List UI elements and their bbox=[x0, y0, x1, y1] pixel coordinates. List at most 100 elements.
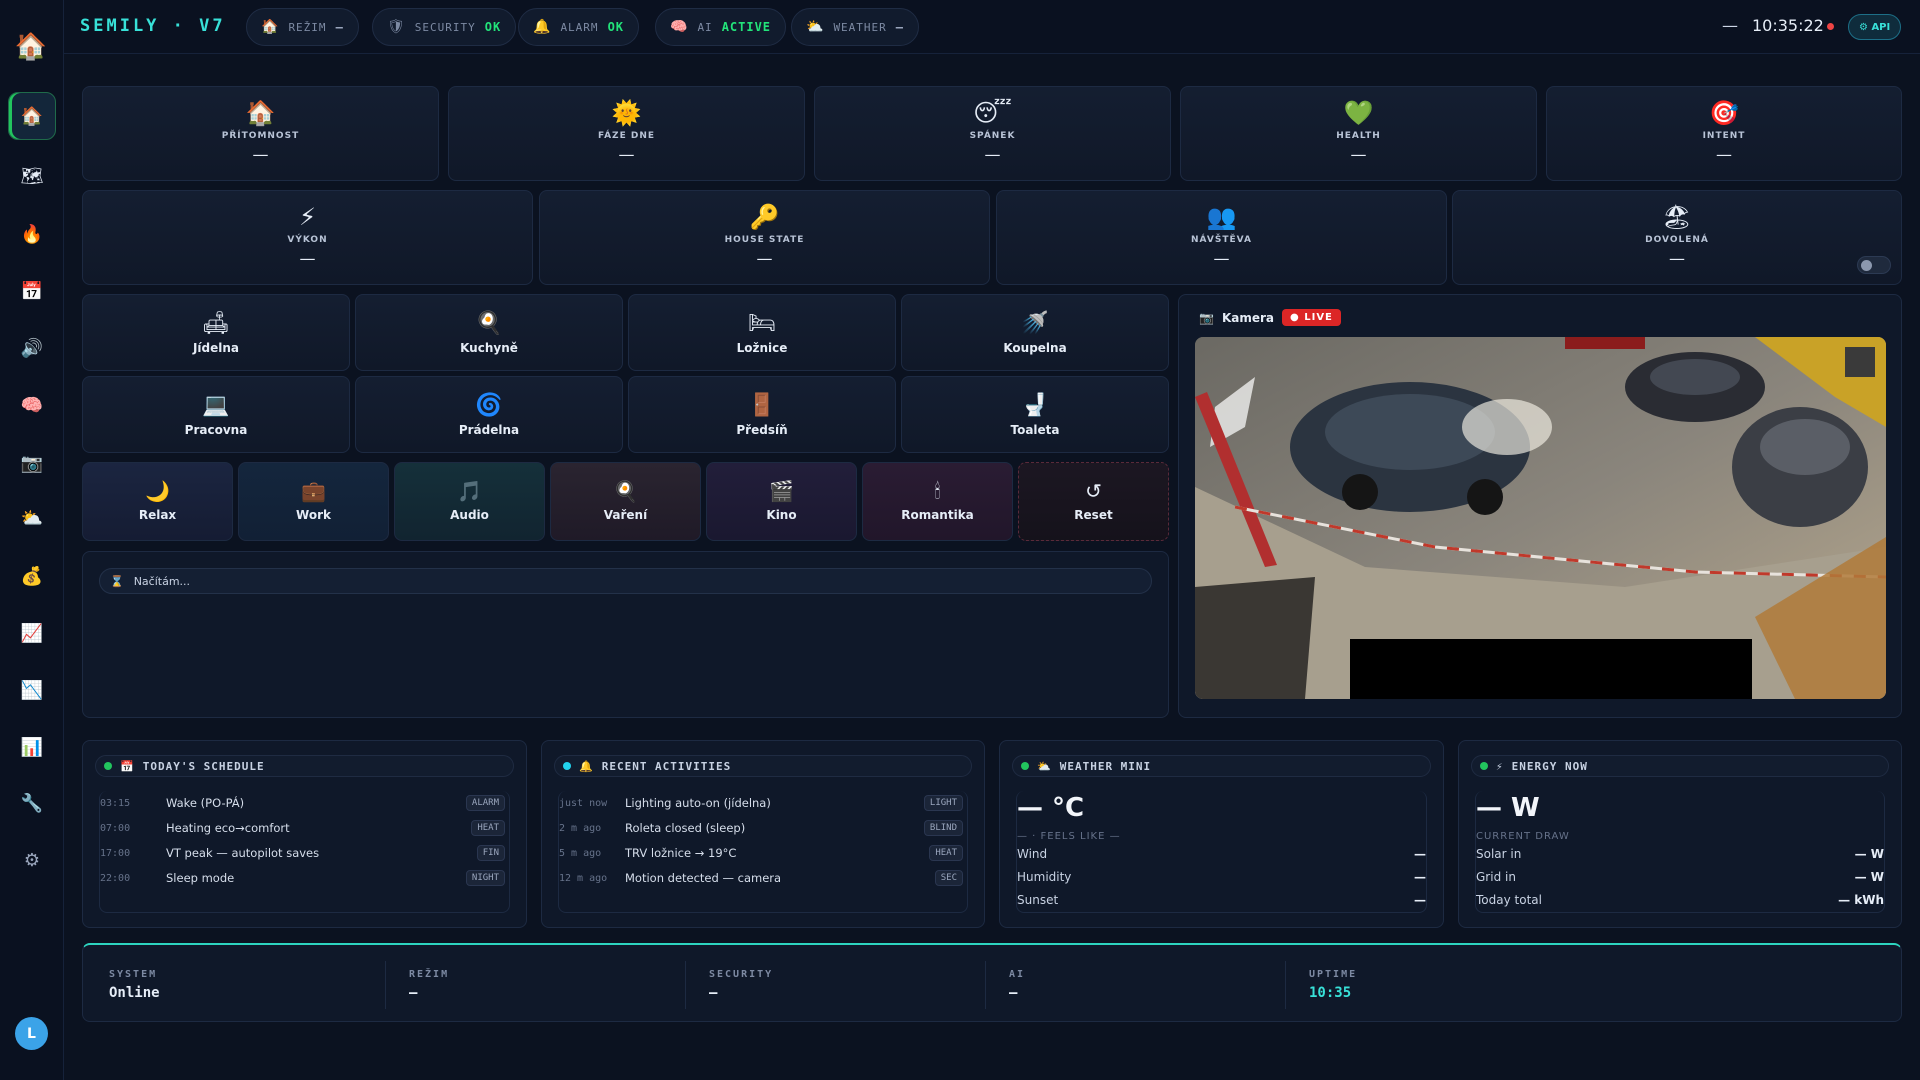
pill-value: ACTIVE bbox=[721, 20, 772, 34]
tile-label: PŘÍTOMNOST bbox=[221, 131, 300, 141]
tile-house-state[interactable]: 🔑 HOUSE STATE — bbox=[539, 190, 990, 285]
status-ai: AI — bbox=[983, 945, 1283, 1024]
tile-value: — bbox=[1350, 145, 1367, 164]
map-icon[interactable]: 🗺 bbox=[8, 152, 56, 200]
card-header: ⚡ ENERGY NOW bbox=[1471, 755, 1889, 777]
home-logo-icon[interactable]: 🏠 bbox=[14, 32, 48, 66]
feels-like: — · FEELS LIKE — bbox=[1017, 831, 1121, 842]
tile-day-phase[interactable]: 🌞 FÁZE DNE — bbox=[448, 86, 805, 181]
cloud-icon[interactable]: ⛅ bbox=[8, 494, 56, 542]
bed-icon: 🛏 bbox=[748, 311, 776, 336]
home-icon[interactable]: 🏠 bbox=[8, 92, 56, 140]
list-item: 12 m ago Motion detected — camera SEC bbox=[559, 868, 967, 888]
scene-name: Reset bbox=[1074, 508, 1113, 522]
list-item: 22:00 Sleep mode NIGHT bbox=[100, 868, 509, 888]
pill-ai[interactable]: 🧠 AI ACTIVE bbox=[655, 8, 787, 46]
room-toaleta[interactable]: 🚽 Toaleta bbox=[901, 376, 1169, 453]
tile-value: — bbox=[1213, 249, 1230, 268]
tile-vacation[interactable]: 🏖 DOVOLENÁ — bbox=[1452, 190, 1902, 285]
status-uptime: UPTIME 10:35 bbox=[1283, 945, 1583, 1024]
description: TRV ložnice → 19°C bbox=[625, 846, 737, 860]
pill-mode[interactable]: 🏠 REŽIM — bbox=[246, 8, 359, 46]
scene-audio[interactable]: 🎵 Audio bbox=[394, 462, 545, 541]
frying-pan-icon: 🍳 bbox=[613, 479, 638, 503]
spiral-icon: 🌀 bbox=[475, 393, 503, 418]
target-icon: 🎯 bbox=[1709, 99, 1739, 127]
weather-body: — °C — · FEELS LIKE — Wind — Humidity — … bbox=[1016, 791, 1427, 913]
money-bag-icon[interactable]: 💰 bbox=[8, 552, 56, 600]
pill-label: ALARM bbox=[560, 20, 599, 34]
pill-value: — bbox=[335, 20, 344, 34]
tag-badge: HEAT bbox=[929, 845, 963, 861]
row-value: — W bbox=[1854, 870, 1884, 884]
tile-visit[interactable]: 👥 NÁVŠTĚVA — bbox=[996, 190, 1447, 285]
clapper-icon: 🎬 bbox=[769, 479, 794, 503]
row-value: — kWh bbox=[1838, 893, 1884, 907]
tile-power[interactable]: ⚡ VÝKON — bbox=[82, 190, 533, 285]
room-name: Prádelna bbox=[458, 423, 520, 437]
pill-label: WEATHER bbox=[833, 20, 887, 34]
room-pradelna[interactable]: 🌀 Prádelna bbox=[355, 376, 623, 453]
camera-icon[interactable]: 📷 bbox=[8, 439, 56, 487]
scene-work[interactable]: 💼 Work bbox=[238, 462, 389, 541]
toilet-icon: 🚽 bbox=[1021, 393, 1049, 418]
fire-icon[interactable]: 🔥 bbox=[8, 210, 56, 258]
pill-weather[interactable]: ⛅ WEATHER — bbox=[791, 8, 920, 46]
tile-intent[interactable]: 🎯 INTENT — bbox=[1546, 86, 1902, 181]
scene-relax[interactable]: 🌙 Relax bbox=[82, 462, 233, 541]
status-label: UPTIME bbox=[1309, 969, 1358, 980]
calendar-icon[interactable]: 📅 bbox=[8, 267, 56, 315]
pill-label: SECURITY bbox=[414, 20, 476, 34]
room-pracovna[interactable]: 💻 Pracovna bbox=[82, 376, 350, 453]
avatar[interactable]: L bbox=[15, 1017, 48, 1050]
status-bar: SYSTEM Online REŽIM — SECURITY — AI — UP… bbox=[82, 943, 1902, 1022]
moon-icon: 🌙 bbox=[145, 479, 170, 503]
api-button[interactable]: ⚙ API bbox=[1848, 14, 1902, 40]
settings-icon[interactable]: ⚙ bbox=[8, 836, 56, 884]
chart-down-icon[interactable]: 📉 bbox=[8, 666, 56, 714]
speaker-icon[interactable]: 🔊 bbox=[8, 324, 56, 372]
pill-value: — bbox=[895, 20, 905, 34]
brain-icon[interactable]: 🧠 bbox=[8, 381, 56, 429]
status-security: SECURITY — bbox=[683, 945, 983, 1024]
energy-body: — W CURRENT DRAW Solar in — W Grid in — … bbox=[1475, 791, 1885, 913]
room-loznice[interactable]: 🛏 Ložnice bbox=[628, 294, 896, 371]
status-mode: REŽIM — bbox=[383, 945, 683, 1024]
room-kuchyne[interactable]: 🍳 Kuchyně bbox=[355, 294, 623, 371]
scene-vareni[interactable]: 🍳 Vaření bbox=[550, 462, 701, 541]
chart-up-icon[interactable]: 📈 bbox=[8, 609, 56, 657]
scene-romantika[interactable]: 🕯 Romantika bbox=[862, 462, 1013, 541]
tile-health[interactable]: 💚 HEALTH — bbox=[1180, 86, 1537, 181]
bar-chart-icon[interactable]: 📊 bbox=[8, 723, 56, 771]
pill-alarm[interactable]: 🔔 ALARM OK bbox=[518, 8, 640, 46]
key-icon: 🔑 bbox=[749, 203, 780, 231]
wrench-icon[interactable]: 🔧 bbox=[8, 779, 56, 827]
tile-label: NÁVŠTĚVA bbox=[1191, 235, 1252, 245]
vacation-toggle[interactable] bbox=[1857, 256, 1891, 274]
ai-panel: ⌛ Načítám... bbox=[82, 551, 1169, 718]
home-icon: 🏠 bbox=[261, 19, 280, 35]
tile-value: — bbox=[984, 145, 1001, 164]
room-jidelna[interactable]: 🛋 Jídelna bbox=[82, 294, 350, 371]
weather-row: Humidity — bbox=[1017, 870, 1426, 890]
cloud-icon: ⛅ bbox=[806, 19, 825, 35]
tile-label: SPÁNEK bbox=[969, 131, 1016, 141]
scene-reset[interactable]: ↺ Reset bbox=[1018, 462, 1169, 541]
power-caption: CURRENT DRAW bbox=[1476, 831, 1570, 842]
pill-label: REŽIM bbox=[288, 20, 327, 34]
energy-row: Grid in — W bbox=[1476, 870, 1884, 890]
tile-presence[interactable]: 🏠 PŘÍTOMNOST — bbox=[82, 86, 439, 181]
tag-badge: SEC bbox=[934, 870, 963, 886]
tile-sleep[interactable]: 😴 SPÁNEK — bbox=[814, 86, 1171, 181]
scene-kino[interactable]: 🎬 Kino bbox=[706, 462, 857, 541]
room-koupelna[interactable]: 🚿 Koupelna bbox=[901, 294, 1169, 371]
pill-security[interactable]: 🛡 SECURITY OK bbox=[372, 8, 517, 46]
room-predsin[interactable]: 🚪 Předsíň bbox=[628, 376, 896, 453]
list-item: 5 m ago TRV ložnice → 19°C HEAT bbox=[559, 843, 967, 863]
activities-card: 🔔 RECENT ACTIVITIES just now Lighting au… bbox=[541, 740, 985, 928]
camera-feed[interactable] bbox=[1195, 337, 1886, 699]
card-title: WEATHER MINI bbox=[1059, 759, 1152, 773]
status-label: SYSTEM bbox=[109, 969, 158, 980]
tile-label: DOVOLENÁ bbox=[1645, 235, 1709, 245]
status-label: REŽIM bbox=[409, 969, 450, 980]
